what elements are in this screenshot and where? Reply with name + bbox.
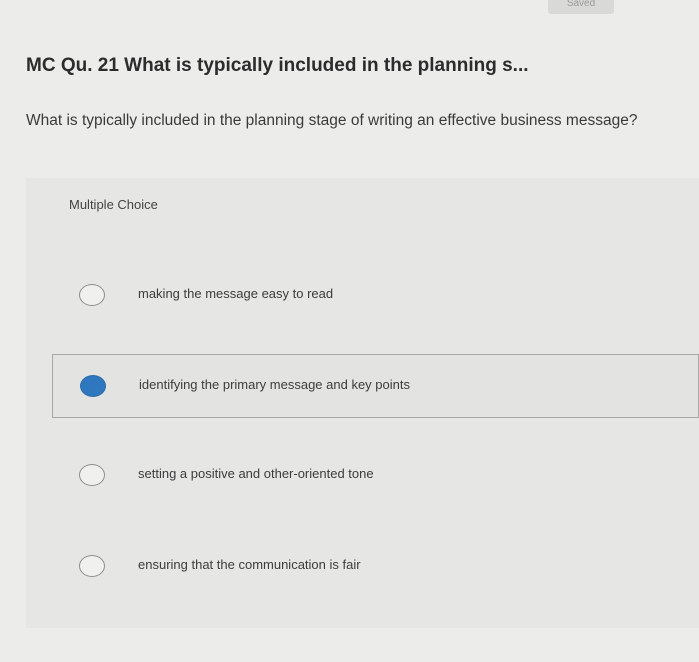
- answer-option-4[interactable]: ensuring that the communication is fair: [52, 535, 699, 599]
- radio-button-empty-icon[interactable]: [79, 284, 105, 306]
- radio-button-selected-icon[interactable]: [80, 375, 106, 397]
- answer-option-1[interactable]: making the message easy to read: [52, 264, 699, 328]
- radio-button-empty-icon[interactable]: [79, 555, 105, 577]
- question-prompt: What is typically included in the planni…: [26, 112, 638, 129]
- answer-type-label: Multiple Choice: [69, 197, 158, 212]
- question-title: MC Qu. 21 What is typically included in …: [26, 55, 529, 76]
- saved-status-badge: Saved: [548, 0, 614, 14]
- answer-option-label: identifying the primary message and key …: [139, 377, 410, 392]
- answer-option-label: making the message easy to read: [138, 286, 334, 301]
- radio-button-empty-icon[interactable]: [79, 464, 105, 486]
- answer-option-label: ensuring that the communication is fair: [138, 557, 361, 572]
- answer-option-label: setting a positive and other-oriented to…: [138, 466, 374, 481]
- answer-panel: Multiple Choice making the message easy …: [26, 178, 699, 628]
- answer-option-2[interactable]: identifying the primary message and key …: [52, 354, 699, 418]
- answer-option-3[interactable]: setting a positive and other-oriented to…: [52, 444, 699, 508]
